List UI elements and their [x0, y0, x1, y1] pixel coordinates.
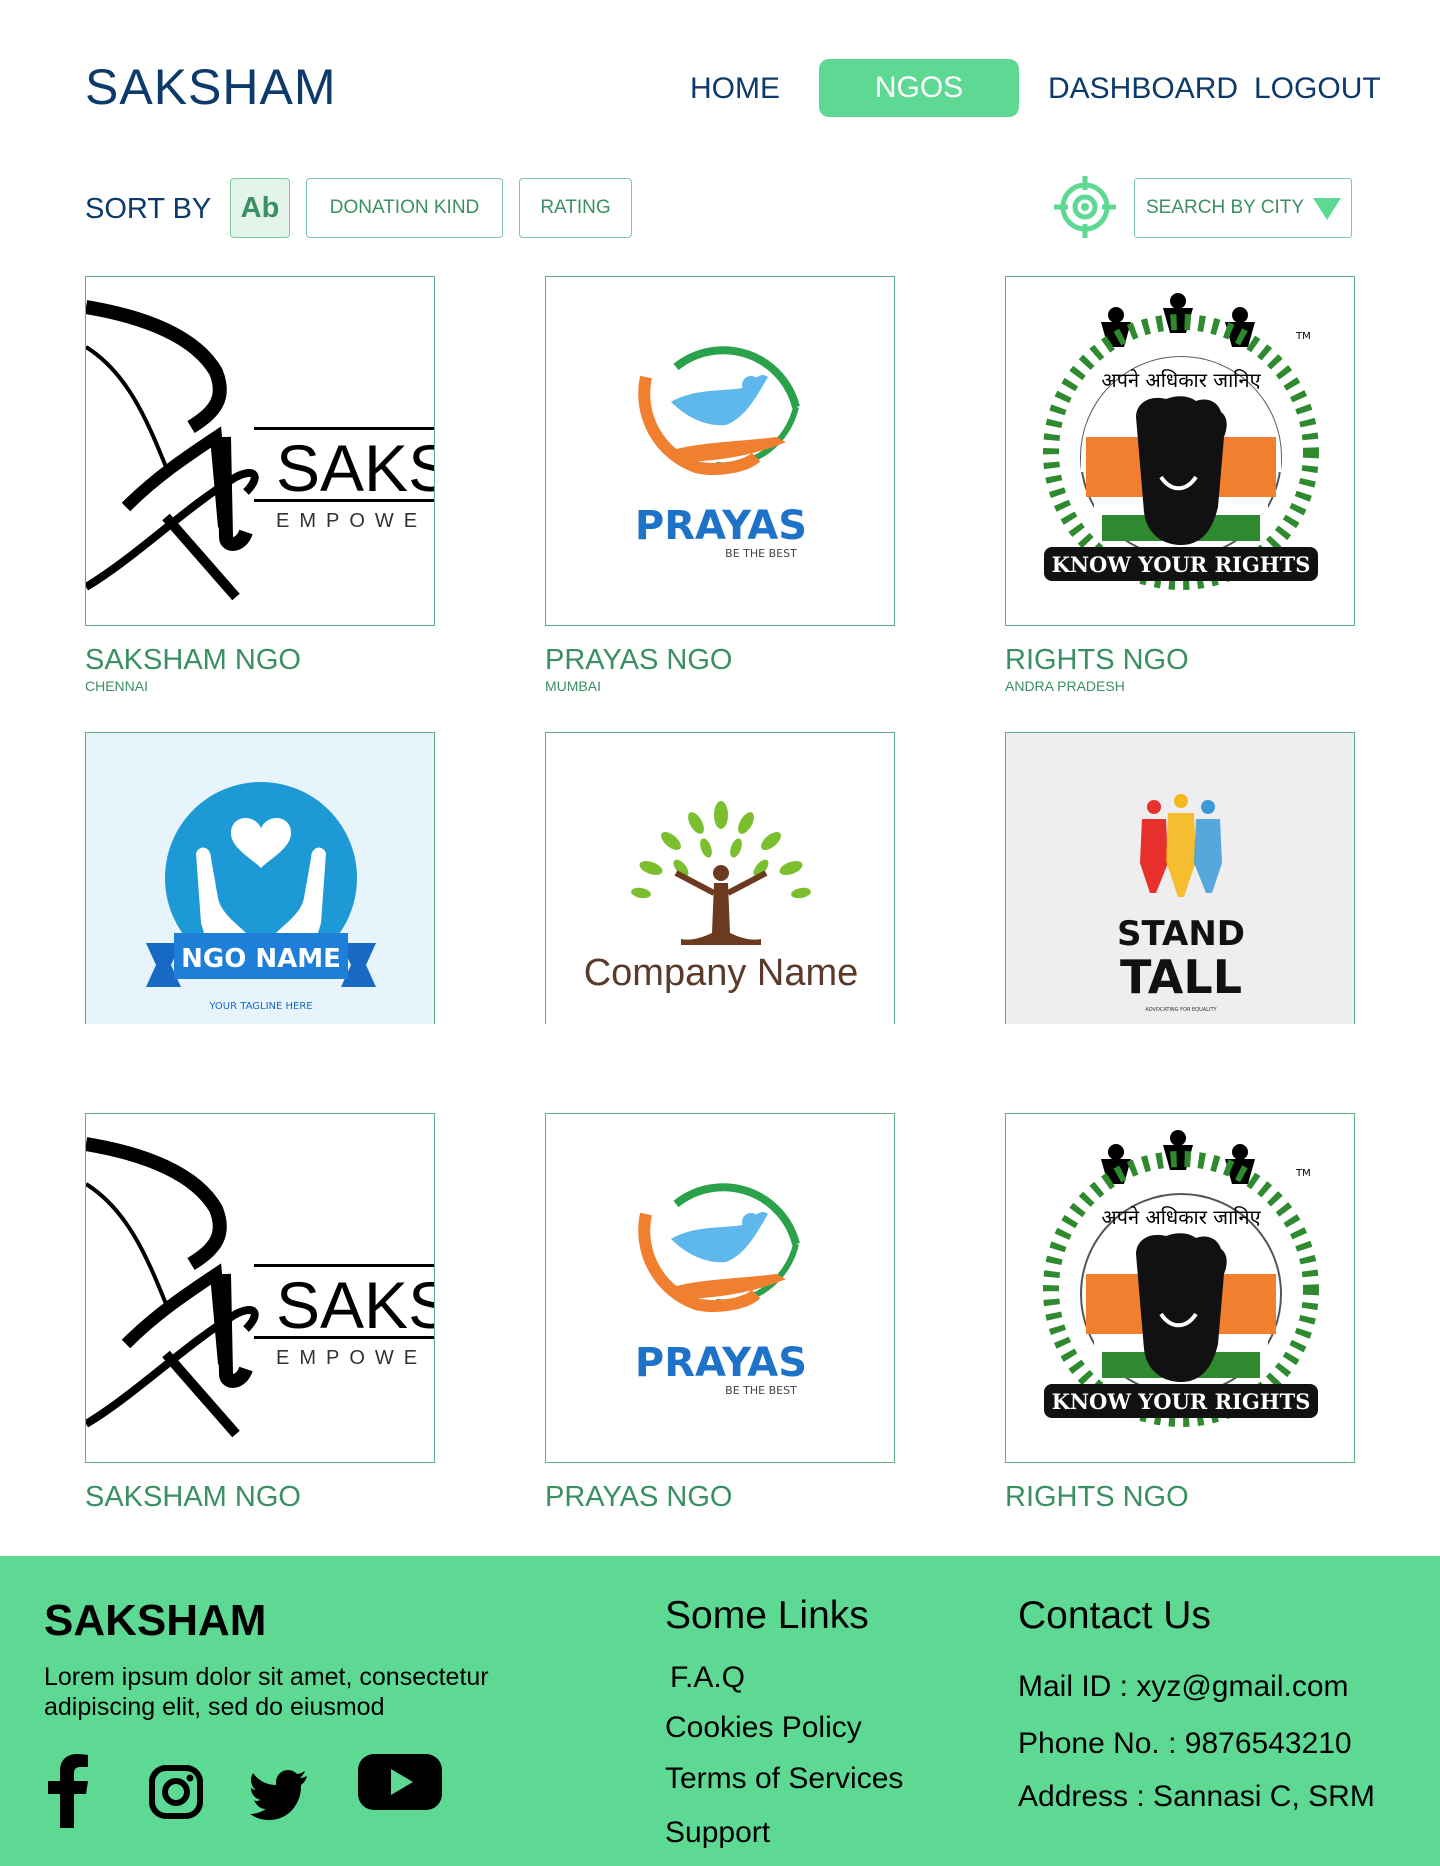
facebook-icon[interactable] — [40, 1754, 100, 1828]
ngo-card[interactable]: SAKS EMPOWE SAKSHAM NGO CHENNAI — [85, 276, 435, 694]
footer-links-title: Some Links — [665, 1594, 869, 1637]
footer-address: Address : Sannasi C, SRM — [1018, 1780, 1375, 1813]
instagram-icon[interactable] — [148, 1764, 204, 1820]
footer-link-terms[interactable]: Terms of Services — [665, 1762, 903, 1796]
ngo-card[interactable]: अपने अधिकार जानिए TM KNOW YOUR RIGHTS RI… — [1005, 276, 1355, 694]
footer-contact-title: Contact Us — [1018, 1594, 1211, 1637]
stand-tall-logo[interactable]: STAND TALL ADVOCATING FOR EQUALITY — [1005, 732, 1355, 1024]
footer: SAKSHAM Lorem ipsum dolor sit amet, cons… — [0, 1556, 1440, 1866]
ngo-card[interactable]: Company Name — [545, 732, 895, 1042]
stand-tall-tagline: ADVOCATING FOR EQUALITY — [1145, 1007, 1217, 1013]
saksham-logo-text: SAKS — [276, 431, 435, 505]
chevron-down-icon[interactable] — [1313, 198, 1341, 220]
ngo-card[interactable]: PRAYAS BE THE BEST PRAYAS NGO MUMBAI — [545, 276, 895, 694]
prayas-logo-text: PRAYAS — [635, 1340, 807, 1386]
ngo-card[interactable]: STAND TALL ADVOCATING FOR EQUALITY — [1005, 732, 1355, 1042]
prayas-logo-sub: BE THE BEST — [725, 547, 797, 560]
footer-mail[interactable]: Mail ID : xyz@gmail.com — [1018, 1670, 1349, 1704]
rights-logo-text: KNOW YOUR RIGHTS — [1052, 552, 1311, 577]
ngo-name[interactable]: PRAYAS NGO — [545, 644, 895, 677]
nav-ngos[interactable]: NGOS — [819, 59, 1019, 117]
prayas-logo-sub: BE THE BEST — [725, 1384, 797, 1397]
footer-link-support[interactable]: Support — [665, 1816, 770, 1850]
city-placeholder: SEARCH BY CITY — [1146, 197, 1305, 218]
prayas-logo-text: PRAYAS — [635, 503, 807, 549]
youtube-icon[interactable] — [358, 1752, 442, 1812]
ngo-card[interactable]: NGO NAME YOUR TAGLINE HERE — [85, 732, 435, 1042]
footer-brand: SAKSHAM — [44, 1596, 267, 1645]
rights-logo[interactable]: अपने अधिकार जानिए TM KNOW YOUR RIGHTS — [1005, 1113, 1355, 1463]
ngo-city: ANDRA PRADESH — [1005, 678, 1125, 694]
ngo-logo-text: NGO NAME — [181, 944, 341, 974]
nav-home[interactable]: HOME — [690, 72, 780, 106]
rights-logo-tm: TM — [1295, 331, 1311, 342]
sort-rating-button[interactable]: RATING — [519, 178, 632, 238]
company-name-logo[interactable]: Company Name — [545, 732, 895, 1024]
company-logo-text: Company Name — [584, 952, 859, 994]
footer-link-faq[interactable]: F.A.Q — [670, 1661, 745, 1695]
twitter-icon[interactable] — [250, 1766, 308, 1826]
sort-by-label: SORT BY — [85, 193, 212, 225]
footer-description: Lorem ipsum dolor sit amet, consectetur … — [44, 1663, 489, 1721]
rights-logo-hindi: अपने अधिकार जानिए — [1101, 368, 1261, 392]
saksham-logo[interactable]: SAKS EMPOWE — [85, 276, 435, 626]
rights-logo-hindi: अपने अधिकार जानिए — [1101, 1205, 1261, 1229]
ngo-name[interactable]: PRAYAS NGO — [545, 1481, 895, 1514]
ngo-name[interactable]: SAKSHAM NGO — [85, 644, 435, 677]
nav-dashboard[interactable]: DASHBOARD — [1048, 72, 1238, 106]
search-by-city-dropdown[interactable]: SEARCH BY CITY — [1134, 178, 1352, 238]
stand-tall-line-1: STAND — [1117, 914, 1245, 954]
footer-phone[interactable]: Phone No. : 9876543210 — [1018, 1727, 1352, 1761]
ngo-card[interactable]: SAKS EMPOWE SAKSHAM NGO — [85, 1113, 435, 1514]
footer-link-cookies[interactable]: Cookies Policy — [665, 1711, 862, 1745]
site-brand[interactable]: SAKSHAM — [85, 58, 337, 116]
ngo-city: CHENNAI — [85, 678, 149, 694]
saksham-logo-sub: EMPOWE — [276, 1347, 427, 1369]
rights-logo-tm: TM — [1295, 1168, 1311, 1179]
ngo-city: MUMBAI — [545, 678, 601, 694]
nav-logout[interactable]: LOGOUT — [1254, 72, 1381, 106]
ngo-logo-tagline: YOUR TAGLINE HERE — [208, 1001, 312, 1012]
ngo-name[interactable]: RIGHTS NGO — [1005, 644, 1355, 677]
ngo-card[interactable]: अपने अधिकार जानिए TM KNOW YOUR RIGHTS RI… — [1005, 1113, 1355, 1514]
saksham-logo-text: SAKS — [276, 1268, 435, 1342]
saksham-logo[interactable]: SAKS EMPOWE — [85, 1113, 435, 1463]
ngo-card[interactable]: PRAYAS BE THE BEST PRAYAS NGO — [545, 1113, 895, 1514]
ngo-name[interactable]: RIGHTS NGO — [1005, 1481, 1355, 1514]
stand-tall-line-2: TALL — [1120, 950, 1242, 1004]
locate-icon[interactable] — [1052, 174, 1118, 240]
ngo-name[interactable]: SAKSHAM NGO — [85, 1481, 435, 1514]
saksham-logo-sub: EMPOWE — [276, 510, 427, 532]
ngo-name-logo[interactable]: NGO NAME YOUR TAGLINE HERE — [85, 732, 435, 1024]
rights-logo[interactable]: अपने अधिकार जानिए TM KNOW YOUR RIGHTS — [1005, 276, 1355, 626]
prayas-logo[interactable]: PRAYAS BE THE BEST — [545, 276, 895, 626]
sort-alphabetical-button[interactable]: Ab — [230, 178, 290, 238]
rights-logo-text: KNOW YOUR RIGHTS — [1052, 1389, 1311, 1414]
sort-donation-kind-button[interactable]: DONATION KIND — [306, 178, 503, 238]
prayas-logo[interactable]: PRAYAS BE THE BEST — [545, 1113, 895, 1463]
